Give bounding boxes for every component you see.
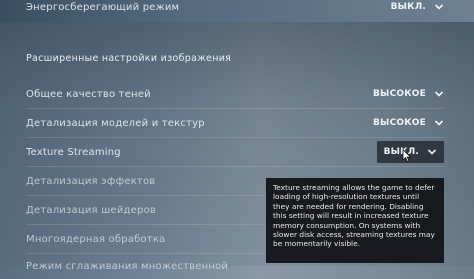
dropdown-value: ВЫСОКОЕ: [373, 118, 426, 128]
chevron-down-icon: [434, 4, 444, 10]
tooltip-text: Texture streaming allows the game to def…: [273, 183, 435, 249]
setting-row-power-saving[interactable]: Энергосберегающий режим ВЫКЛ.: [26, 0, 444, 20]
chevron-down-icon: [434, 91, 444, 97]
setting-row-shadow-quality[interactable]: Общее качество теней ВЫСОКОЕ: [26, 81, 444, 107]
dropdown-value: ВЫСОКОЕ: [373, 89, 426, 99]
dropdown-model-texture-detail[interactable]: ВЫСОКОЕ: [373, 118, 444, 128]
setting-label: Многоядерная обработка: [26, 233, 166, 245]
divider: [26, 166, 444, 167]
setting-row-model-texture-detail[interactable]: Детализация моделей и текстур ВЫСОКОЕ: [26, 110, 444, 136]
setting-label: Texture Streaming: [26, 146, 121, 158]
setting-label: Режим сглаживания множественной: [26, 260, 229, 272]
chevron-down-icon: [427, 149, 437, 155]
dropdown-power-saving[interactable]: ВЫКЛ.: [391, 2, 444, 12]
mouse-pointer-icon: [402, 149, 412, 163]
setting-label: Энергосберегающий режим: [26, 1, 180, 13]
setting-row-texture-streaming[interactable]: Texture Streaming ВЫКЛ.: [26, 139, 444, 165]
divider: [26, 108, 444, 109]
dropdown-shadow-quality[interactable]: ВЫСОКОЕ: [373, 89, 444, 99]
tooltip: Texture streaming allows the game to def…: [266, 178, 444, 263]
dropdown-value: ВЫКЛ.: [390, 2, 426, 12]
setting-label: Детализация эффектов: [26, 175, 156, 187]
setting-label: Детализация моделей и текстур: [26, 117, 205, 129]
setting-label: Общее качество теней: [26, 88, 151, 100]
chevron-down-icon: [434, 120, 444, 126]
divider: [26, 137, 444, 138]
setting-label: Детализация шейдеров: [26, 204, 156, 216]
section-title: Расширенные настройки изображения: [26, 53, 232, 64]
